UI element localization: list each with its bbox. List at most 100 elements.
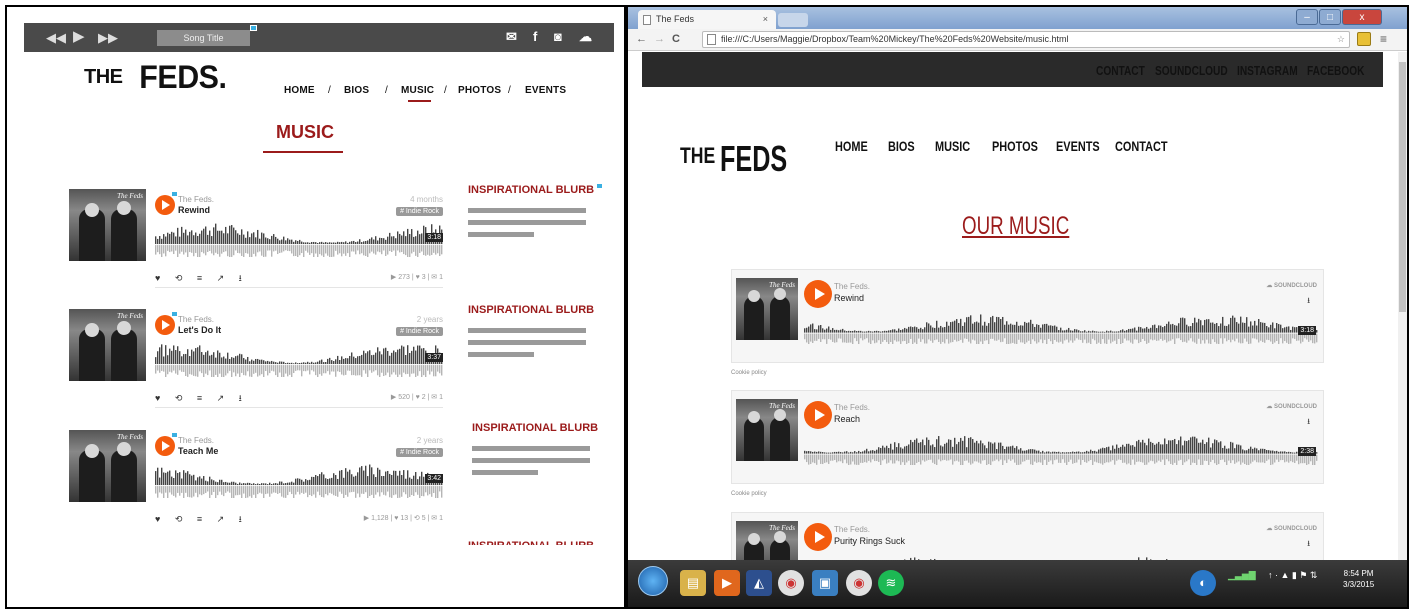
header-link-contact[interactable]: CONTACT [1096,63,1145,78]
track-artist[interactable]: The Feds. [834,282,870,291]
address-bar[interactable]: file:///C:/Users/Maggie/Dropbox/Team%20M… [702,31,1350,48]
chrome-icon[interactable]: ◉ [778,570,804,596]
forward-icon[interactable]: → [654,33,665,46]
menu-icon[interactable]: ≡ [1380,33,1387,46]
track-title[interactable]: Let's Do It [178,325,221,335]
waveform[interactable] [155,464,443,498]
system-clock[interactable]: 8:54 PM 3/3/2015 [1343,568,1374,590]
mail-icon[interactable]: ✉ [506,29,517,45]
maximize-button[interactable]: □ [1319,9,1341,25]
browser-tab[interactable]: The Feds × [638,10,776,29]
track-actions[interactable]: ♥ ⟲ ≡ ↗ ⭳ [155,271,248,287]
start-button[interactable] [638,566,668,596]
soundcloud-logo[interactable]: ☁ SOUNDCLOUD [1266,403,1317,410]
nav-contact[interactable]: CONTACT [1115,138,1168,154]
download-icon[interactable]: ⭳ [1307,416,1310,430]
close-window-button[interactable]: x [1342,9,1382,25]
header-link-soundcloud[interactable]: SOUNDCLOUD [1155,63,1228,78]
waveform-bar [858,450,860,454]
nav-bios[interactable]: BIOS [888,138,915,154]
facebook-icon[interactable]: f [533,29,537,45]
download-icon[interactable]: ⭳ [1307,295,1310,309]
track-title[interactable]: Rewind [834,293,864,303]
waveform-reflection [1022,333,1024,343]
header-link-facebook[interactable]: FACEBOOK [1307,63,1364,78]
nav-photos[interactable]: PHOTOS [458,85,501,96]
spotify-icon[interactable]: ≋ [878,570,904,596]
track-title[interactable]: Purity Rings Suck [834,536,905,546]
genre-tag[interactable]: # Indie Rock [396,327,443,336]
chrome-icon[interactable]: ◉ [846,570,872,596]
play-button[interactable] [155,436,175,456]
track-artist[interactable]: The Feds. [178,315,214,324]
rewind-icon[interactable]: ◀◀ [46,30,66,45]
waveform[interactable] [804,314,1318,344]
back-icon[interactable]: ← [636,33,647,46]
waveform[interactable] [155,343,443,377]
cookie-policy-link[interactable]: Cookie policy [731,491,767,497]
waveform-reflection [315,245,317,254]
waveform-bar [361,242,363,245]
waveform[interactable] [155,223,443,257]
download-icon[interactable]: ⭳ [1307,538,1310,552]
soundcloud-icon[interactable]: ☁ [579,29,592,45]
track-title[interactable]: Reach [834,414,860,424]
play-button[interactable] [804,523,832,551]
soundcloud-logo[interactable]: ☁ SOUNDCLOUD [1266,282,1317,289]
forward-icon[interactable]: ▶▶ [98,30,118,45]
nav-music[interactable]: MUSIC [401,85,434,96]
reload-icon[interactable]: C [672,33,680,46]
nav-events[interactable]: EVENTS [1056,138,1100,154]
close-tab-icon[interactable]: × [763,10,768,29]
genre-tag[interactable]: # Indie Rock [396,448,443,457]
play-button[interactable] [155,315,175,335]
play-button[interactable] [155,195,175,215]
bookmark-star-icon[interactable]: ☆ [1337,32,1345,47]
play-button[interactable] [804,280,832,308]
track-actions[interactable]: ♥ ⟲ ≡ ↗ ⭳ [155,391,248,407]
cookie-policy-link[interactable]: Cookie policy [731,370,767,376]
waveform-bar [1010,323,1012,333]
play-icon[interactable]: ▶ [73,29,85,44]
track-actions[interactable]: ♥ ⟲ ≡ ↗ ⭳ [155,512,248,528]
play-button[interactable] [804,401,832,429]
waveform-reflection [1238,454,1240,462]
new-tab-button[interactable] [778,13,808,27]
track-title[interactable]: Teach Me [178,446,218,456]
waveform-bar [852,330,854,333]
track-artist[interactable]: The Feds. [834,525,870,534]
nav-home[interactable]: HOME [284,85,315,96]
nav-photos[interactable]: PHOTOS [992,138,1038,154]
track-artist[interactable]: The Feds. [178,436,214,445]
waveform-reflection [321,245,323,256]
waveform-reflection [249,245,251,257]
scrollbar-thumb[interactable] [1399,62,1406,312]
nav-home[interactable]: HOME [835,138,868,154]
scrollbar[interactable] [1398,52,1407,560]
network-tray-icon[interactable]: ◐ [1190,570,1216,596]
waveform[interactable] [804,435,1318,465]
genre-tag[interactable]: # Indie Rock [396,207,443,216]
nav-bios[interactable]: BIOS [344,85,369,96]
app-icon[interactable]: ◭ [746,570,772,596]
signal-icon[interactable]: ▁▃▅▇ [1228,570,1256,581]
instagram-icon[interactable]: ◙ [554,29,562,45]
waveform-bar [948,439,950,454]
waveform-bar [914,326,916,333]
soundcloud-logo[interactable]: ☁ SOUNDCLOUD [1266,525,1317,532]
waveform-bar [1200,320,1202,333]
file-explorer-icon[interactable]: ▤ [680,570,706,596]
media-player-icon[interactable]: ▶ [714,570,740,596]
track-artist[interactable]: The Feds. [834,403,870,412]
waveform-bar [882,445,884,454]
track-artist[interactable]: The Feds. [178,195,214,204]
app-icon[interactable]: ▣ [812,570,838,596]
extension-icon[interactable] [1357,32,1371,46]
nav-music[interactable]: MUSIC [935,138,970,154]
waveform-bar [343,477,345,486]
header-link-instagram[interactable]: INSTAGRAM [1237,63,1298,78]
nav-events[interactable]: EVENTS [525,85,566,96]
minimize-button[interactable]: – [1296,9,1318,25]
track-title[interactable]: Rewind [178,205,210,215]
tray-icons[interactable]: ↑ · ▲ ▮ ⚑ ⇅ [1268,570,1317,581]
